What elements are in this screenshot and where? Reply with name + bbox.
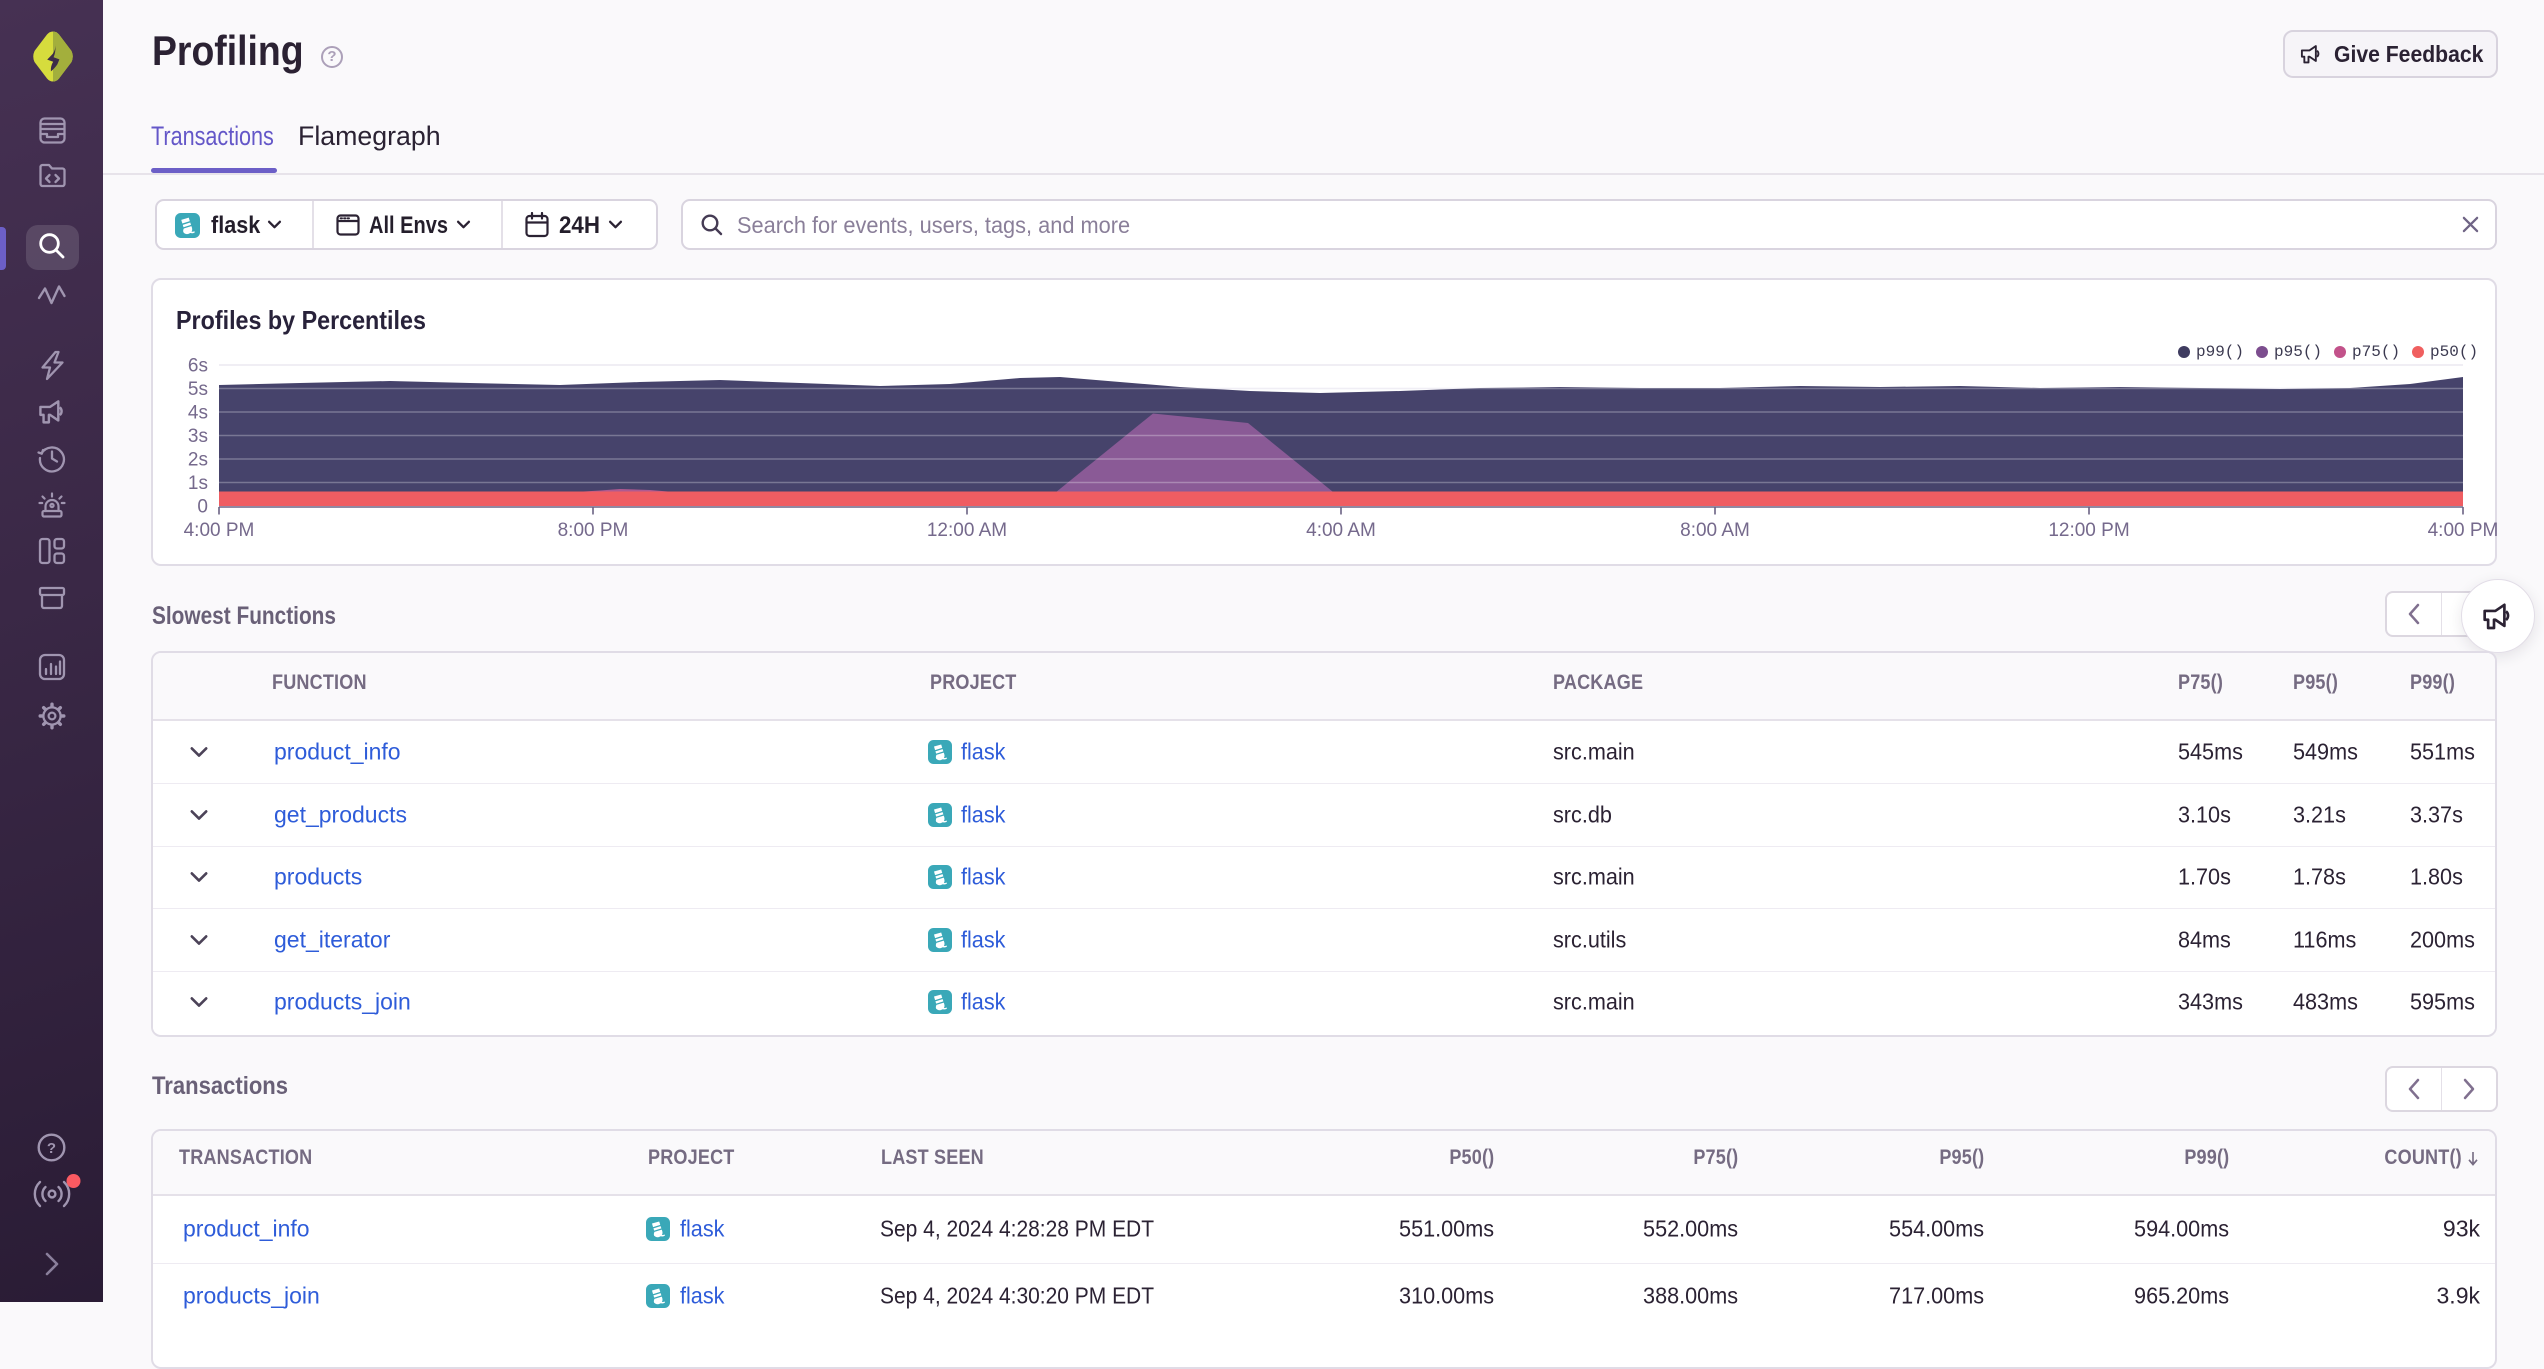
svg-text:8:00 AM: 8:00 AM — [1680, 520, 1750, 541]
svg-text:1s: 1s — [188, 473, 208, 494]
svg-text:4:00 PM: 4:00 PM — [184, 520, 255, 541]
svg-text:6s: 6s — [188, 356, 208, 377]
svg-text:4:00 PM: 4:00 PM — [2428, 520, 2499, 541]
svg-text:2s: 2s — [188, 450, 208, 471]
svg-text:8:00 PM: 8:00 PM — [558, 520, 629, 541]
svg-text:12:00 PM: 12:00 PM — [2048, 520, 2129, 541]
svg-text:12:00 AM: 12:00 AM — [927, 520, 1007, 541]
svg-text:0: 0 — [197, 497, 208, 518]
svg-text:4s: 4s — [188, 403, 208, 424]
svg-text:?: ? — [47, 1140, 56, 1157]
svg-text:4:00 AM: 4:00 AM — [1306, 520, 1376, 541]
svg-text:3s: 3s — [188, 426, 208, 447]
svg-text:5s: 5s — [188, 379, 208, 400]
